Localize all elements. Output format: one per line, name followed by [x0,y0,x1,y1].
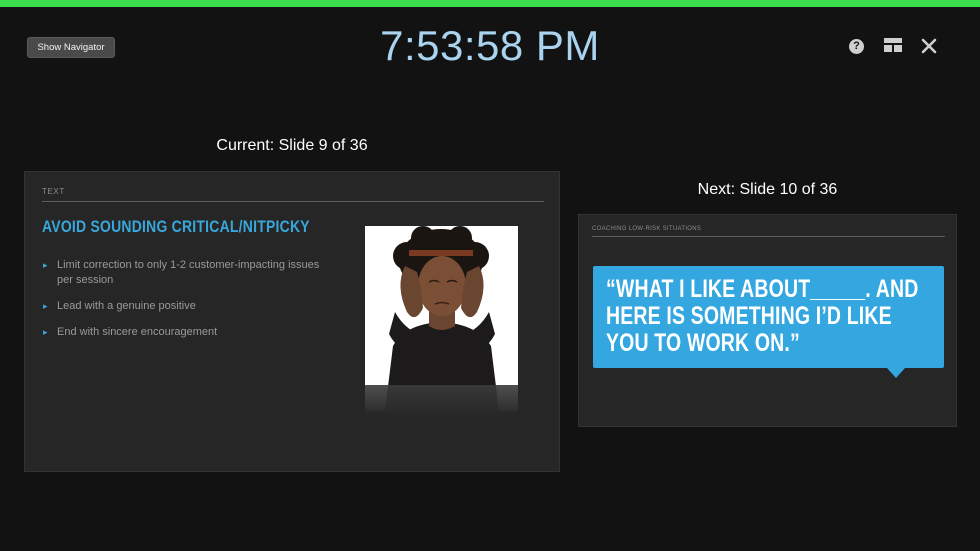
next-slide-preview[interactable]: COACHING LOW-RISK SITUATIONS “WHAT I LIK… [578,214,957,427]
current-slide-label: Current: Slide 9 of 36 [216,137,368,154]
photo-reflection [365,385,518,417]
bullet-arrow-icon: ▸ [43,327,48,337]
bullet-item: ▸ End with sincere encouragement [43,326,218,338]
slide-section-header: TEXT [42,187,65,196]
quote-text: “WHAT I LIKE ABOUT_____. AND HERE IS SOM… [606,275,919,357]
layout-icon[interactable] [884,38,902,55]
bullet-arrow-icon: ▸ [43,301,48,311]
header-divider [592,236,945,237]
close-icon[interactable] [921,38,938,55]
next-slide-label: Next: Slide 10 of 36 [697,181,838,198]
quote-speech-bubble: “WHAT I LIKE ABOUT_____. AND HERE IS SOM… [593,266,944,368]
slide-title: AVOID SOUNDING CRITICAL/NITPICKY [42,217,310,236]
speech-bubble-tail [887,368,905,378]
bullet-item: ▸ Limit correction to only 1-2 customer-i… [43,259,320,286]
help-icon[interactable]: ? [849,39,864,54]
top-status-bar [0,0,980,7]
slide-section-header: COACHING LOW-RISK SITUATIONS [592,226,702,232]
header-divider [42,201,544,202]
bullet-arrow-icon: ▸ [43,260,48,270]
bullet-item: ▸ Lead with a genuine positive [43,300,196,312]
presenter-clock: 7:53:58 PM [380,22,600,69]
show-navigator-button[interactable]: Show Navigator [27,37,115,58]
current-slide-preview[interactable]: TEXT AVOID SOUNDING CRITICAL/NITPICKY ▸ L… [24,171,560,472]
woman-covering-ears-photo [365,226,518,411]
bullet-list: ▸ Limit correction to only 1-2 customer-i… [43,258,323,351]
